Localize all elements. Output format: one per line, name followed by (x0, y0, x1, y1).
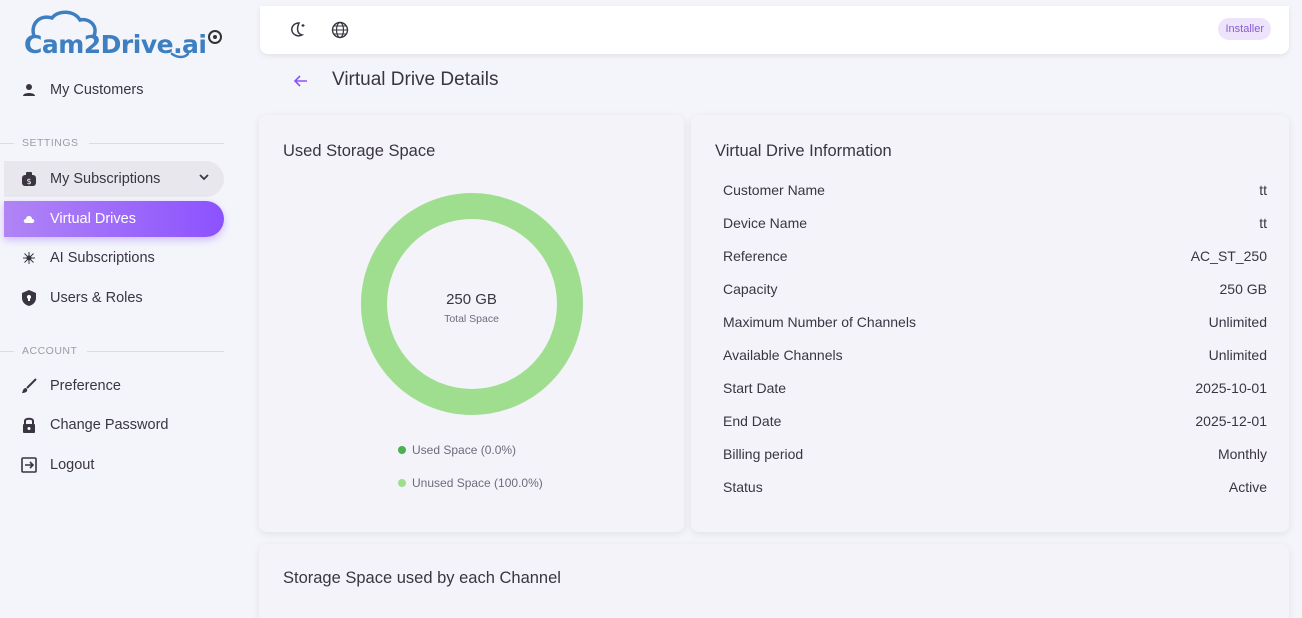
info-label: Status (723, 479, 763, 495)
page-title: Virtual Drive Details (332, 69, 499, 90)
sidebar-item-ai-subscriptions[interactable]: AI Subscriptions (4, 240, 224, 276)
used-storage-card: Used Storage Space 250 GB Total Space Us… (259, 115, 684, 532)
info-value: 2025-12-01 (1195, 413, 1267, 429)
info-value: tt (1259, 182, 1267, 198)
info-row: Customer Name tt (723, 180, 1267, 200)
sidebar-item-label: Users & Roles (50, 290, 143, 306)
total-space-label: Total Space (444, 313, 499, 325)
channel-storage-card: Storage Space used by each Channel (259, 544, 1289, 618)
info-value: Monthly (1217, 446, 1267, 462)
info-label: Start Date (723, 380, 787, 396)
language-icon[interactable] (330, 20, 350, 40)
legend-unused[interactable]: Unused Space (100.0%) (398, 476, 543, 490)
card-title: Virtual Drive Information (715, 142, 892, 160)
info-row: End Date 2025-12-01 (723, 411, 1267, 431)
sidebar-item-label: AI Subscriptions (50, 250, 155, 266)
shield-icon (20, 289, 38, 307)
record-icon (208, 30, 222, 44)
info-value: Unlimited (1208, 314, 1267, 330)
legend-unused-dot (398, 479, 406, 487)
info-row: Start Date 2025-10-01 (723, 378, 1267, 398)
virtual-drive-info-card: Virtual Drive Information Customer Name t… (691, 115, 1289, 532)
legend-used-dot (398, 446, 406, 454)
section-settings: SETTINGS (0, 136, 224, 150)
sidebar-item-logout[interactable]: Logout (4, 447, 224, 483)
sidebar-item-my-subscriptions[interactable]: $ My Subscriptions (4, 161, 224, 197)
sidebar-item-label: Preference (50, 378, 121, 394)
info-value: Unlimited (1208, 347, 1267, 363)
info-row: Capacity 250 GB (723, 279, 1267, 299)
info-row: Billing period Monthly (723, 444, 1267, 464)
svg-text:$: $ (26, 177, 31, 186)
sidebar-item-label: My Customers (50, 82, 144, 98)
sparkle-icon (20, 249, 38, 267)
card-title: Used Storage Space (283, 142, 436, 160)
info-label: Customer Name (723, 182, 825, 198)
info-row: Maximum Number of Channels Unlimited (723, 312, 1267, 332)
brush-icon (20, 377, 38, 395)
info-row: Status Active (723, 477, 1267, 497)
info-label: End Date (723, 413, 782, 429)
lock-icon (20, 416, 38, 434)
cloud-icon (20, 210, 38, 228)
sidebar-item-label: My Subscriptions (50, 171, 161, 187)
info-label: Available Channels (723, 347, 843, 363)
person-icon (20, 81, 38, 99)
sidebar-item-label: Logout (50, 457, 95, 473)
info-value: 2025-10-01 (1195, 380, 1267, 396)
page-header: Virtual Drive Details (292, 68, 499, 95)
sidebar-item-change-password[interactable]: Change Password (4, 407, 224, 443)
legend-used[interactable]: Used Space (0.0%) (398, 443, 516, 457)
info-value: AC_ST_250 (1190, 248, 1267, 264)
sidebar: Cam2Drive.ai My Customers SETTINGS $ My … (0, 0, 232, 618)
section-account: ACCOUNT (0, 344, 224, 358)
logout-icon (20, 456, 38, 474)
legend-used-label: Used Space (0.0%) (412, 443, 517, 457)
info-label: Maximum Number of Channels (723, 314, 916, 330)
theme-toggle-icon[interactable] (288, 20, 308, 40)
brand-logo[interactable]: Cam2Drive.ai (22, 8, 222, 64)
section-label: SETTINGS (22, 137, 79, 149)
info-row: Device Name tt (723, 213, 1267, 233)
brand-name: Cam2Drive.ai (24, 30, 207, 59)
total-space-value: 250 GB (446, 291, 497, 308)
chevron-down-icon[interactable] (198, 171, 210, 187)
back-arrow-icon[interactable] (292, 72, 310, 95)
info-row: Available Channels Unlimited (723, 345, 1267, 365)
sidebar-item-preference[interactable]: Preference (4, 368, 224, 404)
sidebar-item-my-customers[interactable]: My Customers (4, 72, 224, 108)
info-label: Capacity (723, 281, 778, 297)
info-row: Reference AC_ST_250 (723, 246, 1267, 266)
sidebar-item-users-roles[interactable]: Users & Roles (4, 280, 224, 316)
info-label: Reference (723, 248, 788, 264)
role-badge: Installer (1218, 18, 1271, 40)
sidebar-item-label: Change Password (50, 417, 169, 433)
money-bag-icon: $ (20, 170, 38, 188)
section-label: ACCOUNT (22, 345, 78, 357)
info-value: 250 GB (1219, 281, 1267, 297)
info-label: Billing period (723, 446, 804, 462)
info-label: Device Name (723, 215, 808, 231)
info-value: Active (1228, 479, 1267, 495)
top-bar: Installer (260, 6, 1289, 54)
sidebar-item-virtual-drives[interactable]: Virtual Drives (4, 201, 224, 237)
card-title: Storage Space used by each Channel (283, 569, 561, 587)
info-value: tt (1259, 215, 1267, 231)
legend-unused-label: Unused Space (100.0%) (412, 476, 543, 490)
sidebar-item-label: Virtual Drives (50, 211, 136, 227)
